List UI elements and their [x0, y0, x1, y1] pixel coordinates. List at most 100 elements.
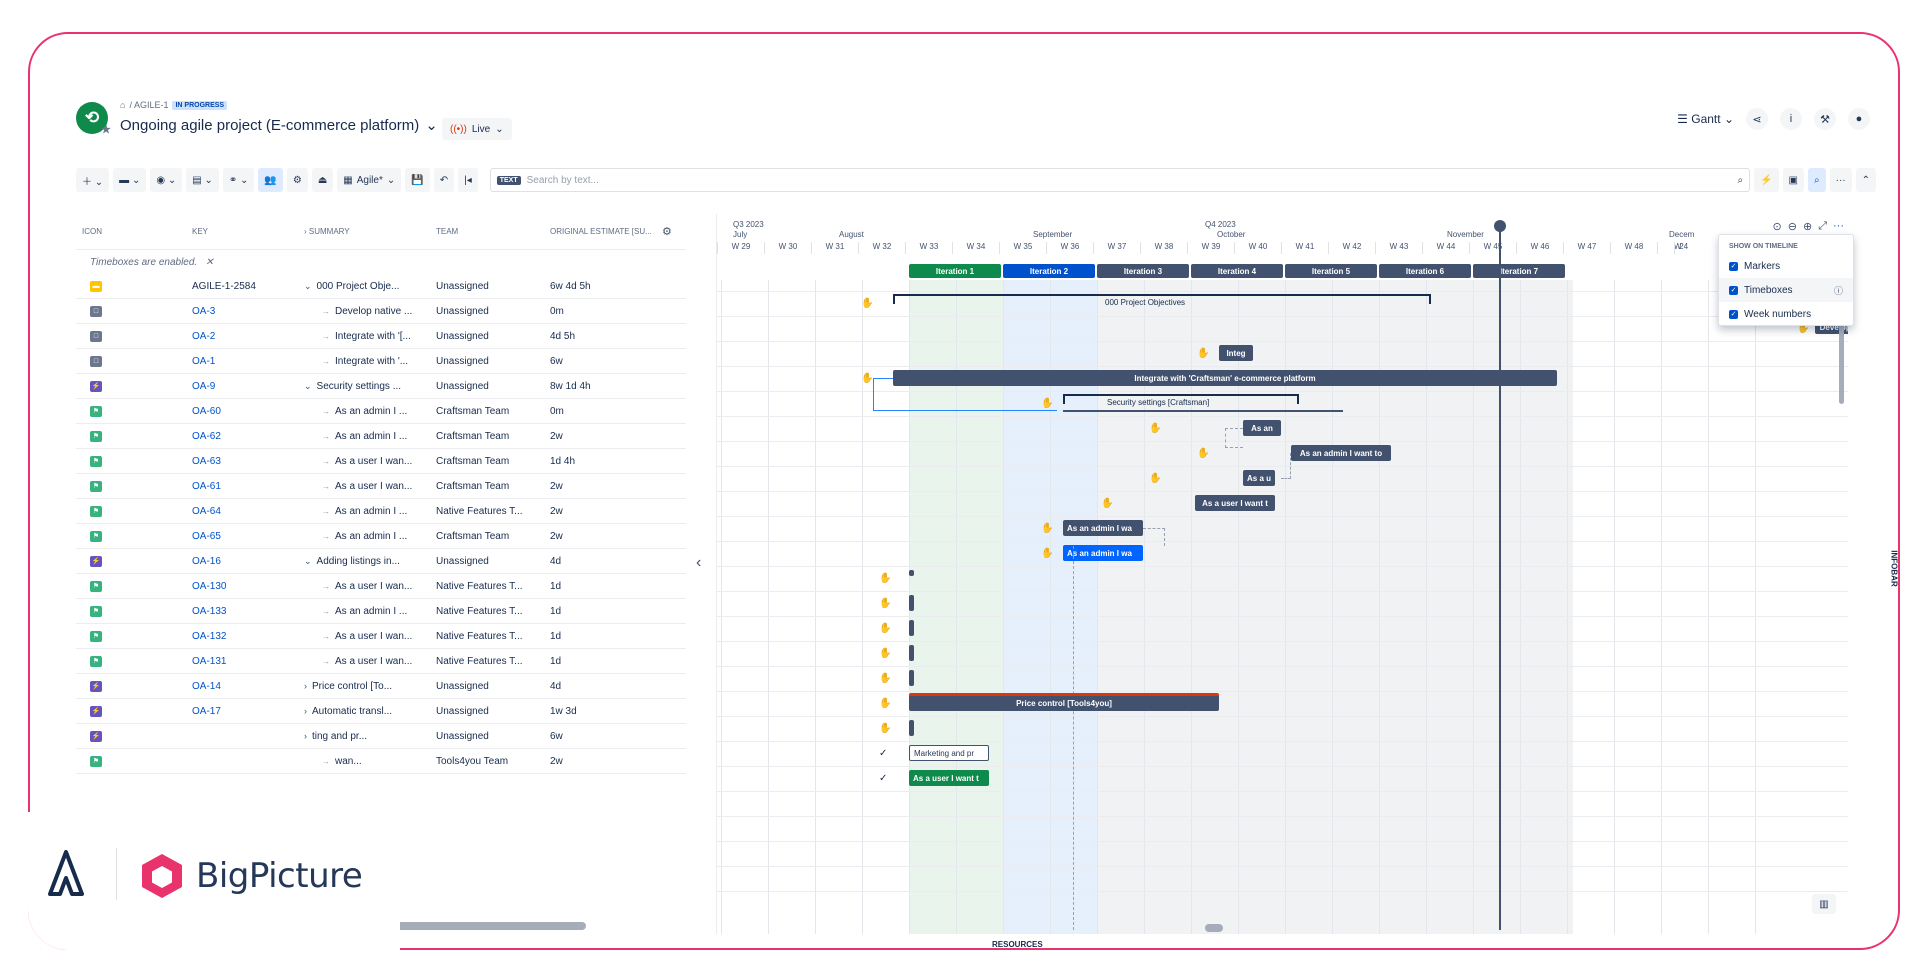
- checkbox-checked-icon[interactable]: ✓: [1729, 285, 1738, 295]
- table-row[interactable]: ⚑ OA-65 → As an admin I ... Craftsman Team 2w: [76, 524, 686, 549]
- hierarchy-button[interactable]: ⏏: [311, 168, 334, 192]
- summary-cell[interactable]: → As an admin I ...: [304, 431, 436, 442]
- table-row[interactable]: ⚡ OA-14 › Price control [To... Unassigned 4d: [76, 674, 686, 699]
- chevron-right-icon[interactable]: ›: [304, 731, 307, 741]
- iteration-chip[interactable]: Iteration 7: [1473, 264, 1565, 278]
- task-bar[interactable]: As a user I want t: [1195, 495, 1275, 511]
- issue-key[interactable]: OA-62: [192, 431, 304, 442]
- issue-key[interactable]: OA-132: [192, 631, 304, 642]
- breadcrumb-link[interactable]: / AGILE-1: [129, 100, 168, 110]
- summary-cell[interactable]: → As an admin I ...: [304, 606, 436, 617]
- drag-hand-icon[interactable]: ✋: [879, 698, 891, 709]
- task-bar[interactable]: As a user I want t: [909, 770, 989, 786]
- drag-hand-icon[interactable]: ✋: [879, 598, 891, 609]
- dependency-link[interactable]: [873, 378, 874, 410]
- chevron-left-icon[interactable]: ‹: [696, 554, 701, 572]
- horizontal-scrollbar[interactable]: [1205, 924, 1223, 932]
- wrench-icon[interactable]: ⚒: [1814, 108, 1836, 130]
- table-row[interactable]: □ OA-2 → Integrate with '[... Unassigned 4d 5…: [76, 324, 686, 349]
- drag-hand-icon[interactable]: ✋: [1041, 398, 1053, 409]
- table-row[interactable]: ⚑ OA-130 → As a user I wan... Native Feature…: [76, 574, 686, 599]
- table-row[interactable]: ⚑ → wan... Tools4you Team 2w: [76, 749, 686, 774]
- info-icon[interactable]: ⓘ: [1834, 284, 1843, 297]
- summary-cell[interactable]: → As an admin I ...: [304, 531, 436, 542]
- iteration-chip[interactable]: Iteration 5: [1285, 264, 1377, 278]
- drag-hand-icon[interactable]: ✋: [1041, 548, 1053, 559]
- resources-toggle-button[interactable]: 👥: [258, 168, 283, 192]
- table-row[interactable]: ⚑ OA-131 → As a user I wan... Native Feature…: [76, 649, 686, 674]
- settings-gear-button[interactable]: ⚙: [286, 168, 308, 192]
- drag-hand-icon[interactable]: ✋: [1197, 448, 1209, 459]
- iteration-chip[interactable]: Iteration 6: [1379, 264, 1471, 278]
- table-row[interactable]: ⚡ OA-16 ⌄ Adding listings in... Unassigned 4d: [76, 549, 686, 574]
- milestone-marker[interactable]: [909, 570, 914, 576]
- table-row[interactable]: ⚑ OA-63 → As a user I wan... Craftsman Team 1…: [76, 449, 686, 474]
- search-mode-tag[interactable]: TEXT: [496, 175, 521, 185]
- task-bar[interactable]: Integrate with 'Craftsman' e-commerce pl…: [893, 370, 1557, 386]
- table-row[interactable]: ▬ AGILE-1-2584 ⌄ 000 Project Obje... Unassig…: [76, 274, 686, 299]
- project-title-dropdown[interactable]: Ongoing agile project (E-commerce platfo…: [120, 116, 438, 135]
- task-bar[interactable]: As an admin I want to: [1291, 445, 1391, 461]
- summary-cell[interactable]: → As a user I wan...: [304, 631, 436, 642]
- zoom-in-icon[interactable]: ⊕: [1803, 220, 1812, 233]
- table-row[interactable]: ⚑ OA-64 → As an admin I ... Native Features …: [76, 499, 686, 524]
- task-bar[interactable]: As an: [1243, 420, 1281, 436]
- table-row[interactable]: ⚑ OA-133 → As an admin I ... Native Features…: [76, 599, 686, 624]
- chevron-right-icon[interactable]: ›: [304, 681, 307, 691]
- menu-option-week-numbers[interactable]: ✓ Week numbers: [1719, 302, 1853, 326]
- issue-key[interactable]: OA-1: [192, 356, 304, 367]
- view-switcher[interactable]: ☰ Gantt ⌄: [1677, 112, 1734, 126]
- close-icon[interactable]: ✕: [205, 257, 213, 268]
- info-icon[interactable]: i: [1780, 108, 1802, 130]
- chevron-down-icon[interactable]: ⌄: [304, 281, 312, 292]
- resources-panel-toggle[interactable]: RESOURCES: [992, 940, 1043, 948]
- check-icon[interactable]: ✓: [879, 748, 887, 759]
- save-button[interactable]: 💾: [405, 168, 430, 192]
- infobar-toggle[interactable]: INFOBAR: [1890, 550, 1898, 586]
- summary-cell[interactable]: ⌄ 000 Project Obje...: [304, 281, 436, 292]
- table-row[interactable]: ⚡ OA-9 ⌄ Security settings ... Unassigned 8w …: [76, 374, 686, 399]
- preset-dropdown[interactable]: ▦ Agile* ⌄: [337, 168, 402, 192]
- summary-cell[interactable]: → As an admin I ...: [304, 406, 436, 417]
- checkbox-checked-icon[interactable]: ✓: [1729, 261, 1738, 271]
- more-button[interactable]: ···: [1829, 168, 1852, 192]
- summary-cell[interactable]: ⌄ Security settings ...: [304, 381, 436, 392]
- task-bar-mini[interactable]: [909, 645, 914, 661]
- menu-option-timeboxes[interactable]: ✓ Timeboxes ⓘ: [1719, 278, 1853, 302]
- summary-cell[interactable]: ⌄ Adding listings in...: [304, 556, 436, 567]
- col-team[interactable]: TEAM: [436, 227, 550, 236]
- summary-cell[interactable]: → wan...: [304, 756, 436, 767]
- summary-cell[interactable]: → Develop native ...: [304, 306, 436, 317]
- zoom-out-icon[interactable]: ⊖: [1788, 220, 1797, 233]
- issue-key[interactable]: OA-9: [192, 381, 304, 392]
- collapse-panel-button[interactable]: |◂: [458, 168, 478, 192]
- drag-hand-icon[interactable]: ✋: [861, 298, 873, 309]
- share-icon[interactable]: ⋖: [1746, 108, 1768, 130]
- iteration-chip[interactable]: Iteration 3: [1097, 264, 1189, 278]
- folder-button[interactable]: ▬ ⌄: [113, 168, 147, 192]
- task-bar[interactable]: Integ: [1219, 345, 1253, 361]
- col-key[interactable]: KEY: [192, 227, 304, 236]
- target-icon[interactable]: ⊙: [1773, 220, 1782, 233]
- drag-hand-icon[interactable]: ✋: [879, 673, 891, 684]
- iteration-chip[interactable]: Iteration 1: [909, 264, 1001, 278]
- column-settings-gear-icon[interactable]: ⚙: [662, 225, 672, 238]
- issue-key[interactable]: AGILE-1-2584: [192, 281, 304, 292]
- col-summary[interactable]: › SUMMARY: [304, 227, 436, 236]
- summary-cell[interactable]: › Automatic transl...: [304, 706, 436, 717]
- task-bar-mini[interactable]: [909, 595, 914, 611]
- menu-option-markers[interactable]: ✓ Markers: [1719, 254, 1853, 278]
- drag-hand-icon[interactable]: ✋: [1101, 498, 1113, 509]
- task-bar[interactable]: Price control [Tools4you]: [909, 693, 1219, 711]
- table-row[interactable]: ⚑ OA-60 → As an admin I ... Craftsman Team 0m: [76, 399, 686, 424]
- issue-key[interactable]: OA-131: [192, 656, 304, 667]
- chevron-right-icon[interactable]: ›: [304, 706, 307, 716]
- drag-hand-icon[interactable]: ✋: [879, 723, 891, 734]
- link-button[interactable]: ⚭ ⌄: [222, 168, 255, 192]
- table-row[interactable]: ⚑ OA-62 → As an admin I ... Craftsman Team 2w: [76, 424, 686, 449]
- issue-key[interactable]: OA-61: [192, 481, 304, 492]
- search-toggle-button[interactable]: ⌕: [1808, 168, 1826, 192]
- live-mode-dropdown[interactable]: ((•)) Live ⌄: [442, 118, 512, 140]
- issue-key[interactable]: OA-130: [192, 581, 304, 592]
- checkbox-checked-icon[interactable]: ✓: [1729, 309, 1738, 319]
